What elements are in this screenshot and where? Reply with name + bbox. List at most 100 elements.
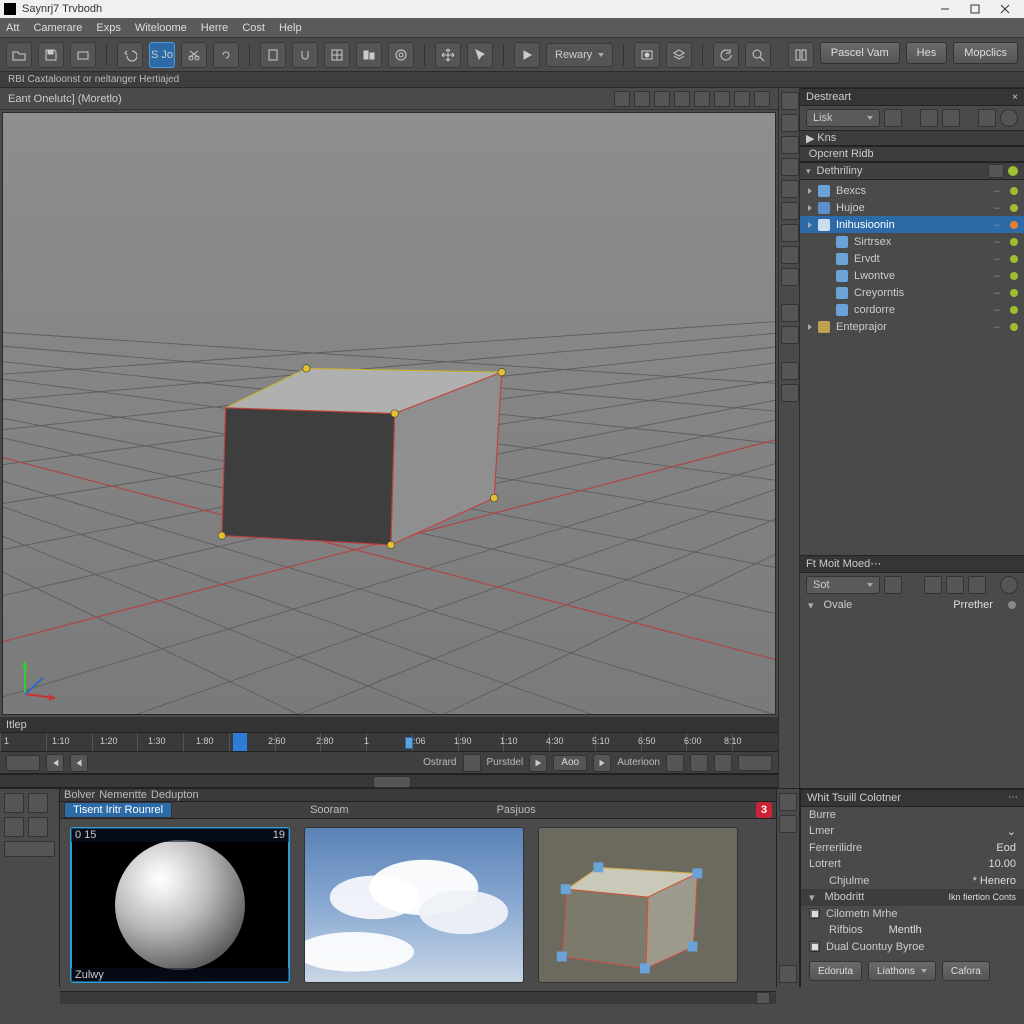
move-icon[interactable] — [435, 42, 461, 68]
settings-icon[interactable] — [388, 42, 414, 68]
attrib-btn2-icon[interactable] — [924, 576, 942, 594]
menu-item[interactable]: Witeloome — [135, 22, 187, 34]
key-icon[interactable] — [690, 754, 708, 772]
tree-row[interactable]: Ervdt– — [800, 250, 1024, 267]
browser-fwd-icon[interactable] — [28, 793, 48, 813]
checkbox[interactable] — [809, 941, 820, 952]
menu-item[interactable]: Camerare — [33, 22, 82, 34]
document-filter-dropdown[interactable]: Lisk — [806, 109, 880, 127]
snap-icon[interactable] — [292, 42, 318, 68]
doc-exp[interactable]: Opcrent Ridb — [800, 146, 1024, 162]
cur-frame[interactable]: Aoo — [553, 755, 587, 771]
open-icon[interactable] — [6, 42, 32, 68]
tool-paint-icon[interactable] — [781, 304, 799, 322]
last-icon[interactable] — [714, 754, 732, 772]
attrib-btn4-icon[interactable] — [968, 576, 986, 594]
select-mode-button[interactable]: S Jo — [149, 42, 175, 68]
viewport-max-icon[interactable] — [754, 91, 770, 107]
search-icon[interactable] — [745, 42, 771, 68]
attrib-panel-header[interactable]: Ft Moit Moed⋯ — [800, 555, 1024, 573]
step-back-icon[interactable] — [463, 754, 481, 772]
viewport-shade-icon[interactable] — [654, 91, 670, 107]
menu-item[interactable]: Att — [6, 22, 19, 34]
side-icon[interactable] — [779, 815, 797, 833]
tool-select-icon[interactable] — [781, 92, 799, 110]
models-button[interactable]: Mopclics — [953, 42, 1018, 64]
link-icon[interactable] — [213, 42, 239, 68]
layers-icon[interactable] — [666, 42, 692, 68]
attrib-row[interactable]: ▾OvalePrrether — [800, 597, 1024, 614]
mat-row[interactable]: Lmer⌄ — [801, 823, 1024, 840]
material-preview-card[interactable]: 0 1519 Zulwy — [70, 827, 290, 983]
doc-btn-b-icon[interactable] — [920, 109, 938, 127]
range-thumb[interactable] — [373, 776, 411, 788]
prev-icon[interactable] — [70, 754, 88, 772]
doc-btn-c-icon[interactable] — [942, 109, 960, 127]
viewport-lit-icon[interactable] — [694, 91, 710, 107]
play-icon[interactable] — [529, 754, 547, 772]
window-minimize[interactable] — [930, 0, 960, 18]
doc-btn-d-icon[interactable] — [978, 109, 996, 127]
first-icon[interactable] — [46, 754, 64, 772]
tree-row[interactable]: Enteprajor– — [800, 318, 1024, 335]
browser-view-dropdown[interactable] — [4, 841, 55, 857]
window-close[interactable] — [990, 0, 1020, 18]
tool-extrude-icon[interactable] — [781, 180, 799, 198]
tree-row[interactable]: Creyorntis– — [800, 284, 1024, 301]
attrib-btn5-icon[interactable] — [1000, 576, 1018, 594]
window-maximize[interactable] — [960, 0, 990, 18]
sky-preview-card[interactable] — [304, 827, 524, 983]
panel-view-button[interactable]: Pascel Vam — [820, 42, 900, 64]
section-tag-icon[interactable] — [988, 164, 1004, 178]
menu-item[interactable]: Herre — [201, 22, 229, 34]
mat-btn-c[interactable]: Cafora — [942, 961, 990, 981]
panel-menu-icon[interactable]: × — [1012, 92, 1018, 103]
tool-move-icon[interactable] — [781, 114, 799, 132]
outliner-section[interactable]: ▾Dethriliny — [800, 162, 1024, 180]
tool-measure-icon[interactable] — [781, 268, 799, 286]
browser-back-icon[interactable] — [4, 793, 24, 813]
browser-tab[interactable]: Tisent Iritr Rounrel — [64, 802, 172, 818]
cube-preview-card[interactable] — [538, 827, 738, 983]
checkbox[interactable] — [809, 908, 820, 919]
side-icon[interactable] — [779, 965, 797, 983]
browser-up-icon[interactable] — [4, 817, 24, 837]
mat-row[interactable]: FerrerilidreEod — [801, 840, 1024, 857]
browser-close-button[interactable]: 3 — [756, 802, 772, 818]
hex-button[interactable]: Hes — [906, 42, 948, 64]
render-icon[interactable] — [634, 42, 660, 68]
doc-btn-e-icon[interactable] — [1000, 109, 1018, 127]
tool-scale-icon[interactable] — [781, 158, 799, 176]
align-icon[interactable] — [356, 42, 382, 68]
tree-row[interactable]: Lwontve– — [800, 267, 1024, 284]
folder-icon[interactable] — [70, 42, 96, 68]
tool-light-icon[interactable] — [781, 384, 799, 402]
timeline[interactable]: 1 1:10 1:20 1:30 1:80 2:60 2:80 1 8:06 1… — [0, 732, 778, 752]
document-panel-header[interactable]: Destreart× — [800, 88, 1024, 106]
save-icon[interactable] — [38, 42, 64, 68]
loop-icon[interactable] — [666, 754, 684, 772]
menu-item[interactable]: Help — [279, 22, 302, 34]
tree-row[interactable]: Inihusioonin– — [800, 216, 1024, 233]
tree-row[interactable]: Hujoe– — [800, 199, 1024, 216]
end-frame[interactable] — [738, 755, 772, 771]
attrib-btn1-icon[interactable] — [884, 576, 902, 594]
timeline-keyframe[interactable] — [405, 737, 413, 749]
viewport-wire-icon[interactable] — [674, 91, 690, 107]
timeline-cursor[interactable] — [233, 733, 247, 751]
viewport-cam-icon[interactable] — [634, 91, 650, 107]
mat-row[interactable]: Chjulme* Henero — [801, 873, 1024, 890]
material-panel-header[interactable]: Whit Tsuill Colotner⋯ — [801, 789, 1024, 807]
cut-icon[interactable] — [181, 42, 207, 68]
undo-icon[interactable] — [117, 42, 143, 68]
viewport[interactable] — [2, 112, 776, 715]
mat-row[interactable]: Lotrert10.00 — [801, 856, 1024, 873]
tool-bevel-icon[interactable] — [781, 202, 799, 220]
viewport-grid-icon[interactable] — [714, 91, 730, 107]
browser-home-icon[interactable] — [28, 817, 48, 837]
browser-expand-icon[interactable] — [756, 992, 770, 1004]
mat-row[interactable]: RifbiosMentlh — [801, 922, 1024, 939]
mat-btn-b[interactable]: Liathons — [868, 961, 936, 981]
tree-row[interactable]: Bexcs– — [800, 182, 1024, 199]
paste-icon[interactable] — [260, 42, 286, 68]
